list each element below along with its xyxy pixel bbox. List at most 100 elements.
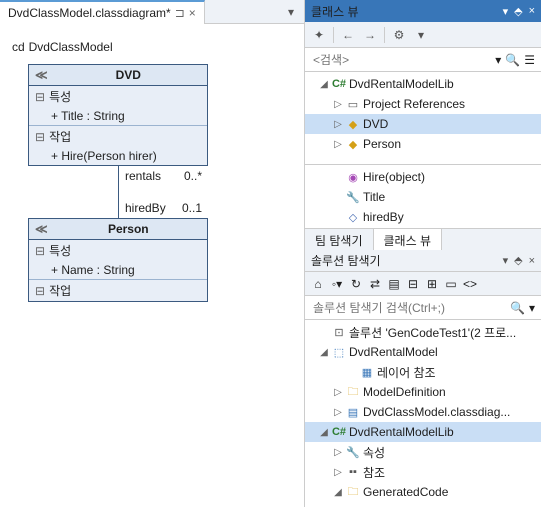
collapse-icon[interactable]: ⊟	[406, 277, 420, 291]
member-method[interactable]: ◉Hire(object)	[305, 167, 541, 187]
property-row[interactable]: + Name : String	[29, 261, 207, 279]
class-name: DVD	[56, 68, 201, 82]
tree-node-layer-refs[interactable]: ▦레이어 참조	[305, 362, 541, 382]
field-icon: ◇	[345, 211, 361, 224]
panel-title-label: 솔루션 탐색기	[311, 252, 381, 269]
dropdown-icon[interactable]: ▾	[503, 5, 509, 18]
pin-icon[interactable]: ⊐	[175, 6, 185, 20]
expand-icon[interactable]: ◢	[317, 347, 331, 358]
search-icon[interactable]: 🔍	[505, 53, 520, 67]
csharp-icon: C#	[331, 78, 347, 90]
search-icon[interactable]: 🔍	[510, 301, 525, 315]
options-icon[interactable]: ◦▾	[330, 277, 344, 291]
expand-icon[interactable]: ▷	[331, 99, 345, 110]
close-icon[interactable]: ×	[189, 6, 196, 20]
expand-icon[interactable]: ▷	[331, 387, 345, 398]
property-row[interactable]: + Title : String	[29, 107, 207, 125]
class-dvd[interactable]: ≪DVD ⊟특성 + Title : String ⊟작업 + Hire(Per…	[28, 64, 208, 166]
assoc-mult: 0..1	[182, 201, 202, 215]
close-icon[interactable]: ×	[529, 5, 535, 17]
tree-node-project[interactable]: ◢⬚DvdRentalModel	[305, 342, 541, 362]
expand-icon[interactable]: ▷	[331, 407, 345, 418]
model-project-icon: ⬚	[331, 346, 347, 359]
code-icon[interactable]: <>	[463, 277, 477, 291]
tree-node-references[interactable]: ▷▪▪참조	[305, 462, 541, 482]
diagram-title: cd DvdClassModel	[8, 32, 296, 64]
minus-icon[interactable]: ⊟	[35, 244, 45, 258]
sync-icon[interactable]: ⇄	[368, 277, 382, 291]
minus-icon[interactable]: ⊟	[35, 130, 45, 144]
expand-icon[interactable]: ▷	[331, 139, 345, 150]
expand-icon[interactable]: ▷	[331, 119, 345, 130]
section-header: 작업	[49, 282, 71, 299]
dropdown-icon[interactable]: ▾	[503, 254, 509, 267]
tree-node-project[interactable]: ◢C#DvdRentalModelLib	[305, 74, 541, 94]
class-icon: ◆	[345, 118, 361, 131]
showall-icon[interactable]: ▤	[387, 277, 401, 291]
document-tab[interactable]: DvdClassModel.classdiagram* ⊐ ×	[0, 0, 205, 24]
member-field[interactable]: ◇hiredBy	[305, 207, 541, 227]
editor-pane: DvdClassModel.classdiagram* ⊐ × ▾ cd Dvd…	[0, 0, 305, 507]
diagram-canvas[interactable]: cd DvdClassModel ≪ DVD ⊟ 특성 + Title : Stri…	[0, 24, 304, 507]
expand-icon[interactable]: ▷	[331, 467, 345, 478]
tree-node-class-person[interactable]: ▷◆Person	[305, 134, 541, 154]
tree-node-project-lib[interactable]: ◢C#DvdRentalModelLib	[305, 422, 541, 442]
assoc-mult: 0..*	[184, 169, 202, 183]
solexp-tree: ⊡솔루션 'GenCodeTest1'(2 프로... ◢⬚DvdRentalM…	[305, 320, 541, 507]
classview-search: ▾ 🔍 ☰	[305, 48, 541, 72]
member-property[interactable]: 🔧Title	[305, 187, 541, 207]
tree-node-diagram-file[interactable]: ▷▤DvdClassModel.classdiag...	[305, 402, 541, 422]
pin-icon[interactable]: ⬘	[514, 254, 522, 267]
filter-icon[interactable]: ☰	[524, 53, 535, 67]
minus-icon[interactable]: ⊟	[35, 284, 45, 298]
expand-icon[interactable]: ◢	[317, 79, 331, 90]
search-input[interactable]	[311, 299, 506, 317]
class-person[interactable]: ≪Person ⊟특성 + Name : String ⊟작업	[28, 218, 208, 302]
refresh-icon[interactable]: ↻	[349, 277, 363, 291]
assoc-label: hiredBy	[125, 201, 166, 215]
csharp-icon: C#	[331, 426, 347, 438]
close-icon[interactable]: ×	[529, 255, 535, 267]
side-panels: 클래스 뷰 ▾ ⬘ × ✦ ← → ⚙ ▾ ▾ 🔍 ☰ ◢C#DvdRental…	[305, 0, 541, 507]
tree-node-references[interactable]: ▷▭Project References	[305, 94, 541, 114]
tree-node-folder[interactable]: ◢🗀GeneratedCode	[305, 482, 541, 502]
back-icon[interactable]: ←	[340, 28, 356, 42]
tab-label: DvdClassModel.classdiagram*	[8, 6, 171, 20]
tree-node-solution[interactable]: ⊡솔루션 'GenCodeTest1'(2 프로...	[305, 322, 541, 342]
new-folder-icon[interactable]: ✦	[311, 28, 327, 42]
operation-row[interactable]: + Hire(Person hirer)	[29, 147, 207, 165]
settings-icon[interactable]: ⚙	[391, 28, 407, 42]
minus-icon[interactable]: ⊟	[35, 90, 45, 104]
tab-dropdown-icon[interactable]: ▾	[282, 3, 300, 21]
collapse-icon[interactable]: ≪	[35, 68, 48, 82]
home-icon[interactable]: ⌂	[311, 277, 325, 291]
section-header: 특성	[49, 242, 71, 259]
properties-icon[interactable]: ⊞	[425, 277, 439, 291]
tab-team-explorer[interactable]: 팀 탐색기	[305, 229, 374, 250]
wrench-icon: 🔧	[345, 446, 361, 459]
solexp-titlebar[interactable]: 솔루션 탐색기 ▾ ⬘ ×	[305, 250, 541, 272]
expand-icon[interactable]: ◢	[331, 487, 345, 498]
classview-tree: ◢C#DvdRentalModelLib ▷▭Project Reference…	[305, 72, 541, 164]
preview-icon[interactable]: ▭	[444, 277, 458, 291]
solexp-toolbar: ⌂ ◦▾ ↻ ⇄ ▤ ⊟ ⊞ ▭ <>	[305, 272, 541, 296]
collapse-icon[interactable]: ≪	[35, 222, 48, 236]
references-icon: ▭	[345, 98, 361, 111]
expand-icon[interactable]: ▷	[331, 447, 345, 458]
forward-icon[interactable]: →	[362, 28, 378, 42]
solution-icon: ⊡	[331, 326, 347, 339]
search-input[interactable]	[311, 51, 491, 69]
classview-titlebar[interactable]: 클래스 뷰 ▾ ⬘ ×	[305, 0, 541, 22]
dropdown-icon[interactable]: ▾	[413, 28, 429, 42]
tree-node-class-dvd[interactable]: ▷◆DVD	[305, 114, 541, 134]
association-line[interactable]: rentals0..* hiredBy0..1	[118, 166, 208, 218]
tree-node-folder[interactable]: ▷🗀ModelDefinition	[305, 382, 541, 402]
pin-icon[interactable]: ⬘	[514, 5, 522, 18]
expand-icon[interactable]: ◢	[317, 427, 331, 438]
tab-class-view[interactable]: 클래스 뷰	[374, 229, 443, 250]
section-header: 특성	[49, 88, 71, 105]
tree-node-file-cs[interactable]: C#DVD.cs	[305, 502, 541, 507]
dropdown-icon[interactable]: ▾	[529, 301, 535, 315]
dropdown-icon[interactable]: ▾	[495, 53, 501, 67]
tree-node-properties[interactable]: ▷🔧속성	[305, 442, 541, 462]
